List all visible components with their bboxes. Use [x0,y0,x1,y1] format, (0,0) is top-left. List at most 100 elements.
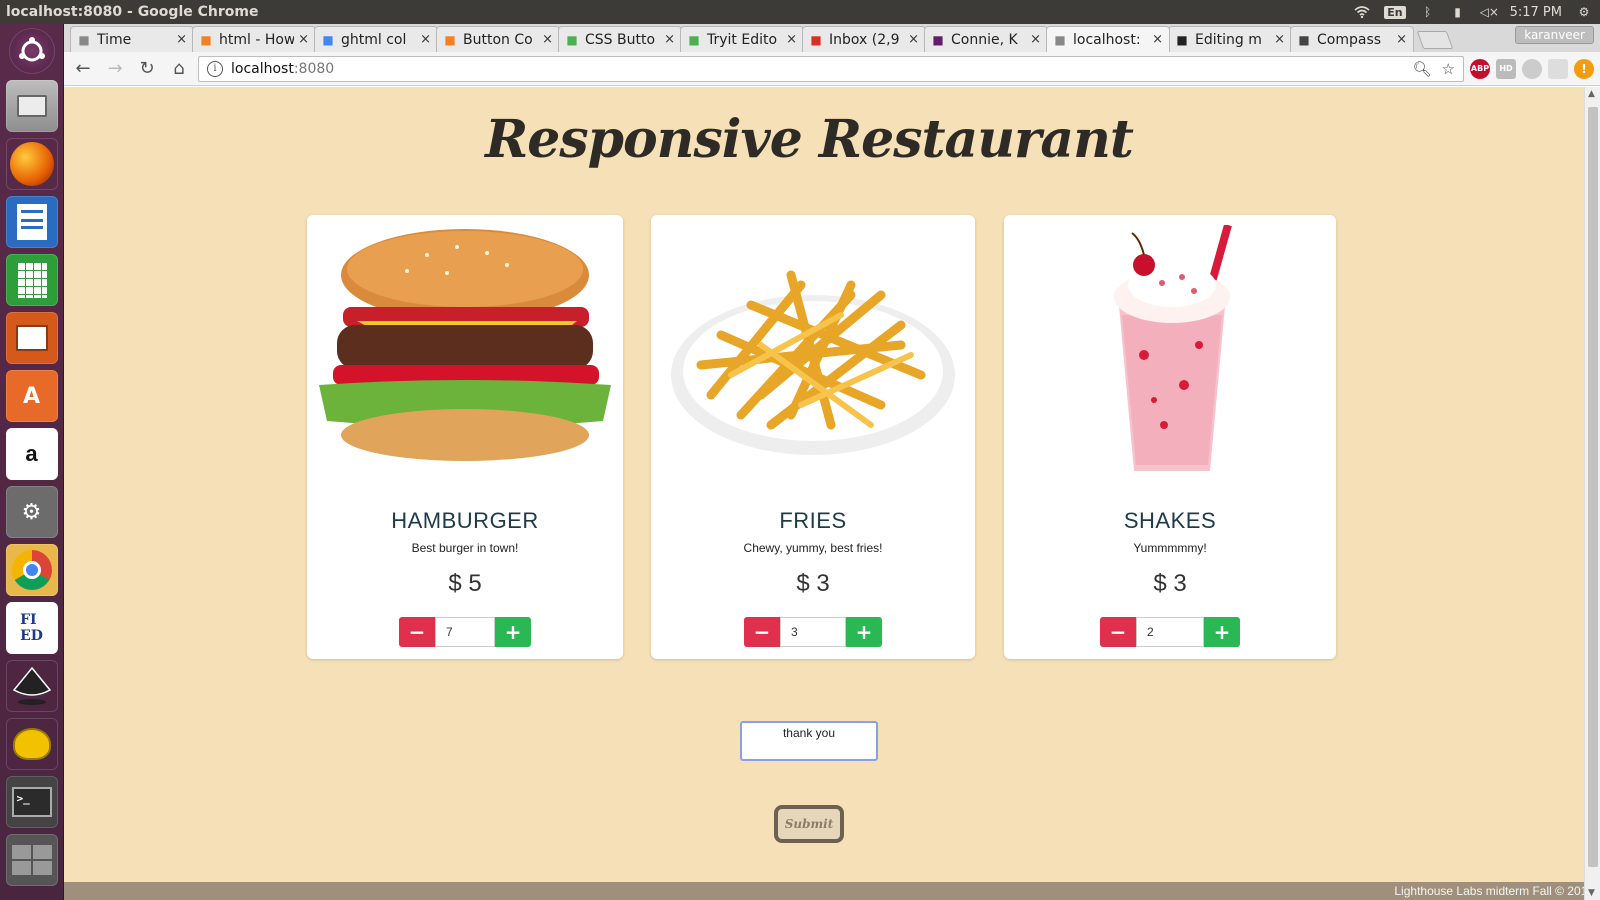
quantity-input[interactable] [435,617,495,647]
cast-icon[interactable] [1548,58,1568,79]
decrease-quantity-button[interactable]: − [744,617,780,647]
close-tab-icon[interactable]: × [542,32,553,47]
tab-title: Button Co [463,31,533,48]
scroll-up-arrow-icon[interactable]: ▲ [1588,89,1595,99]
close-tab-icon[interactable]: × [298,32,309,47]
bookmark-star-icon[interactable]: ☆ [1442,60,1455,78]
browser-tab[interactable]: ■ Inbox (2,9 × [802,26,926,52]
browser-tab[interactable]: ■ Editing m × [1168,26,1292,52]
volume-muted-icon[interactable]: ◁× [1480,5,1499,19]
increase-quantity-button[interactable]: + [1204,617,1240,647]
submit-button[interactable]: Submit [774,805,844,843]
menu-card-hamburger: HAMBURGER Best burger in town! $ 5 − + [307,215,623,659]
chrome-menu-update-icon[interactable]: ! [1574,58,1594,79]
back-arrow-icon[interactable]: ← [70,56,96,82]
menu-card-shakes: SHAKES Yummmmmy! $ 3 − + [1004,215,1336,659]
close-tab-icon[interactable]: × [664,32,675,47]
browser-tab[interactable]: ■ Button Co × [436,26,560,52]
settings-gear-icon[interactable]: ⚙ [1576,5,1592,19]
amazon-icon[interactable]: a [5,428,58,480]
top-panel: localhost:8080 - Google Chrome En ᛒ ▮ ◁×… [0,0,1600,24]
close-tab-icon[interactable]: × [786,32,797,47]
browser-window: ■ Time × ■ html - How × ■ ghtml col × ■ Button Co ×… [64,24,1600,900]
decrease-quantity-button[interactable]: − [1100,617,1136,647]
close-tab-icon[interactable]: × [1396,32,1407,47]
teapot-app-icon[interactable] [6,718,58,770]
order-notes-textarea[interactable]: thank you [740,721,878,761]
item-description: Yummmmmy! [1133,541,1207,555]
fries-image [671,270,955,455]
keyboard-layout-indicator[interactable]: En [1384,5,1406,19]
adblock-plus-icon[interactable]: ABP [1470,58,1490,79]
software-center-icon[interactable]: A [5,370,58,422]
tab-title: html - How [219,31,295,48]
window-title: localhost:8080 - Google Chrome [6,4,259,20]
gmail-icon: ■ [810,32,822,47]
item-description: Chewy, yummy, best fries! [743,541,883,555]
zoom-icon[interactable]: 🔍︎ [1413,60,1432,78]
home-icon[interactable]: ⌂ [166,56,192,82]
close-tab-icon[interactable]: × [1030,32,1041,47]
close-tab-icon[interactable]: × [908,32,919,47]
increase-quantity-button[interactable]: + [495,617,531,647]
vertical-scrollbar[interactable]: ▲ ▼ [1584,87,1600,900]
quantity-input[interactable] [1136,617,1204,647]
browser-tab[interactable]: ■ Connie, K × [924,26,1048,52]
w3schools-icon: ■ [566,32,578,47]
site-info-icon[interactable]: i [207,60,223,77]
tab-title: ghtml col [341,31,407,48]
browser-tab[interactable]: ■ localhost: × [1046,26,1170,52]
compass-icon: ■ [1298,32,1310,47]
page-content: Responsive Restaurant HAMBURGER Best bur… [64,87,1600,900]
new-tab-button[interactable] [1416,31,1454,49]
foxit-editor-icon[interactable]: FI ED [5,602,58,654]
clock[interactable]: 5:17 PM [1510,5,1562,20]
hd-extension-icon[interactable]: HD [1496,58,1516,79]
battery-icon[interactable]: ▮ [1450,5,1466,19]
inkscape-icon[interactable] [6,660,58,712]
libreoffice-impress-icon[interactable] [5,312,58,364]
libreoffice-calc-icon[interactable] [5,254,58,306]
reload-icon[interactable]: ↻ [134,56,160,82]
close-tab-icon[interactable]: × [1274,32,1285,47]
firefox-icon[interactable] [6,138,58,190]
github-icon: ■ [1176,32,1188,47]
scrollbar-thumb[interactable] [1588,107,1598,867]
forward-arrow-icon[interactable]: → [102,56,128,82]
ubuntu-dash-icon[interactable] [8,28,55,74]
item-description: Best burger in town! [411,541,519,555]
extension-icon[interactable] [1522,58,1542,79]
stackoverflow-icon: ■ [200,32,212,47]
browser-tab[interactable]: ■ Time × [70,26,194,52]
profile-button[interactable]: karanveer [1515,26,1594,44]
decrease-quantity-button[interactable]: − [399,617,435,647]
close-tab-icon[interactable]: × [176,32,187,47]
item-name: FRIES [779,508,847,533]
close-tab-icon[interactable]: × [420,32,431,47]
chrome-icon[interactable] [5,544,58,596]
item-price: $ 3 [796,570,830,597]
tab-title: Editing m [1195,31,1262,48]
browser-tab[interactable]: ■ html - How × [192,26,316,52]
url-port: :8080 [293,60,335,77]
address-bar[interactable]: i localhost:8080 🔍︎ ☆ [198,55,1464,82]
wifi-icon[interactable] [1354,5,1370,19]
close-tab-icon[interactable]: × [1152,32,1163,47]
browser-tab[interactable]: ■ Compass × [1290,26,1414,52]
slack-icon: ■ [932,32,944,47]
terminal-icon[interactable]: >_ [5,776,58,828]
files-icon[interactable] [5,80,58,132]
item-price: $ 5 [448,570,482,597]
scroll-down-arrow-icon[interactable]: ▼ [1588,888,1595,898]
quantity-stepper: − + [744,617,882,647]
bluetooth-icon[interactable]: ᛒ [1420,5,1436,19]
quantity-input[interactable] [780,617,846,647]
increase-quantity-button[interactable]: + [846,617,882,647]
libreoffice-writer-icon[interactable] [5,196,58,248]
workspace-switcher-icon[interactable] [5,834,58,886]
browser-tab[interactable]: ■ Tryit Edito × [680,26,804,52]
system-settings-icon[interactable]: ⚙ [5,486,58,538]
browser-tab[interactable]: ■ CSS Butto × [558,26,682,52]
page-icon: ■ [78,32,90,47]
browser-tab[interactable]: ■ ghtml col × [314,26,438,52]
